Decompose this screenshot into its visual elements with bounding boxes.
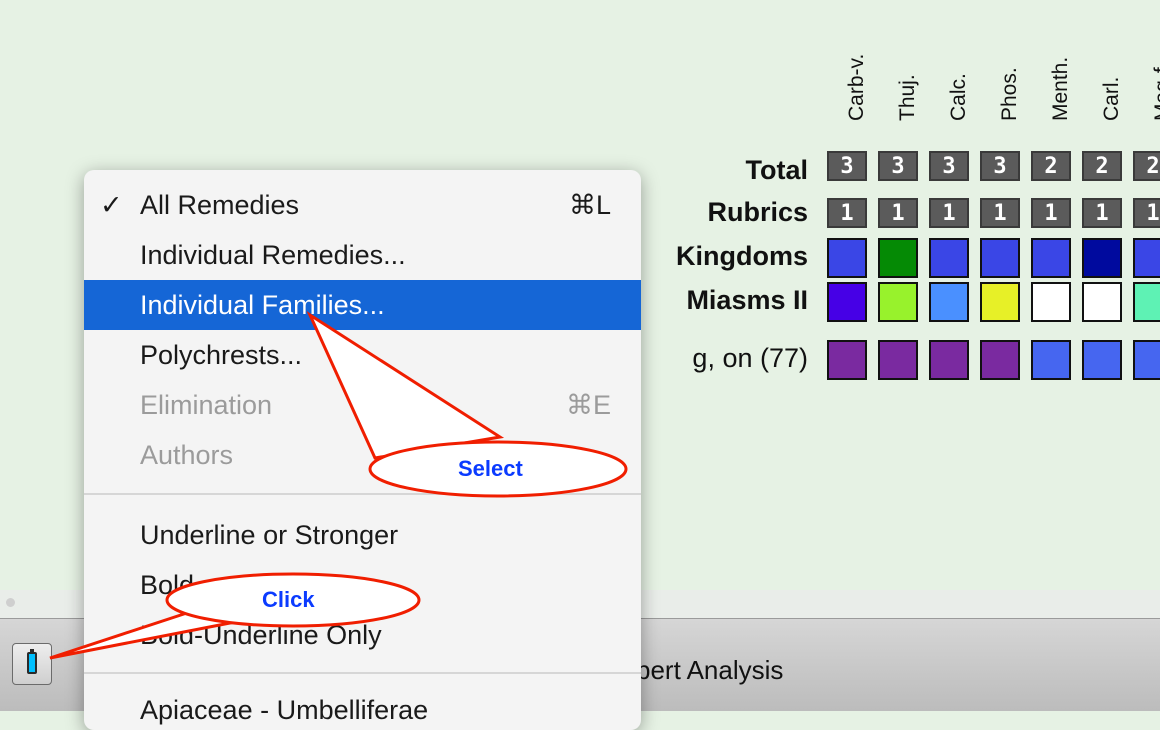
callout-overlay (49, 310, 628, 660)
select-annotation: Select (458, 456, 523, 481)
click-annotation: Click (262, 587, 315, 612)
select-callout-pointer (306, 310, 505, 460)
